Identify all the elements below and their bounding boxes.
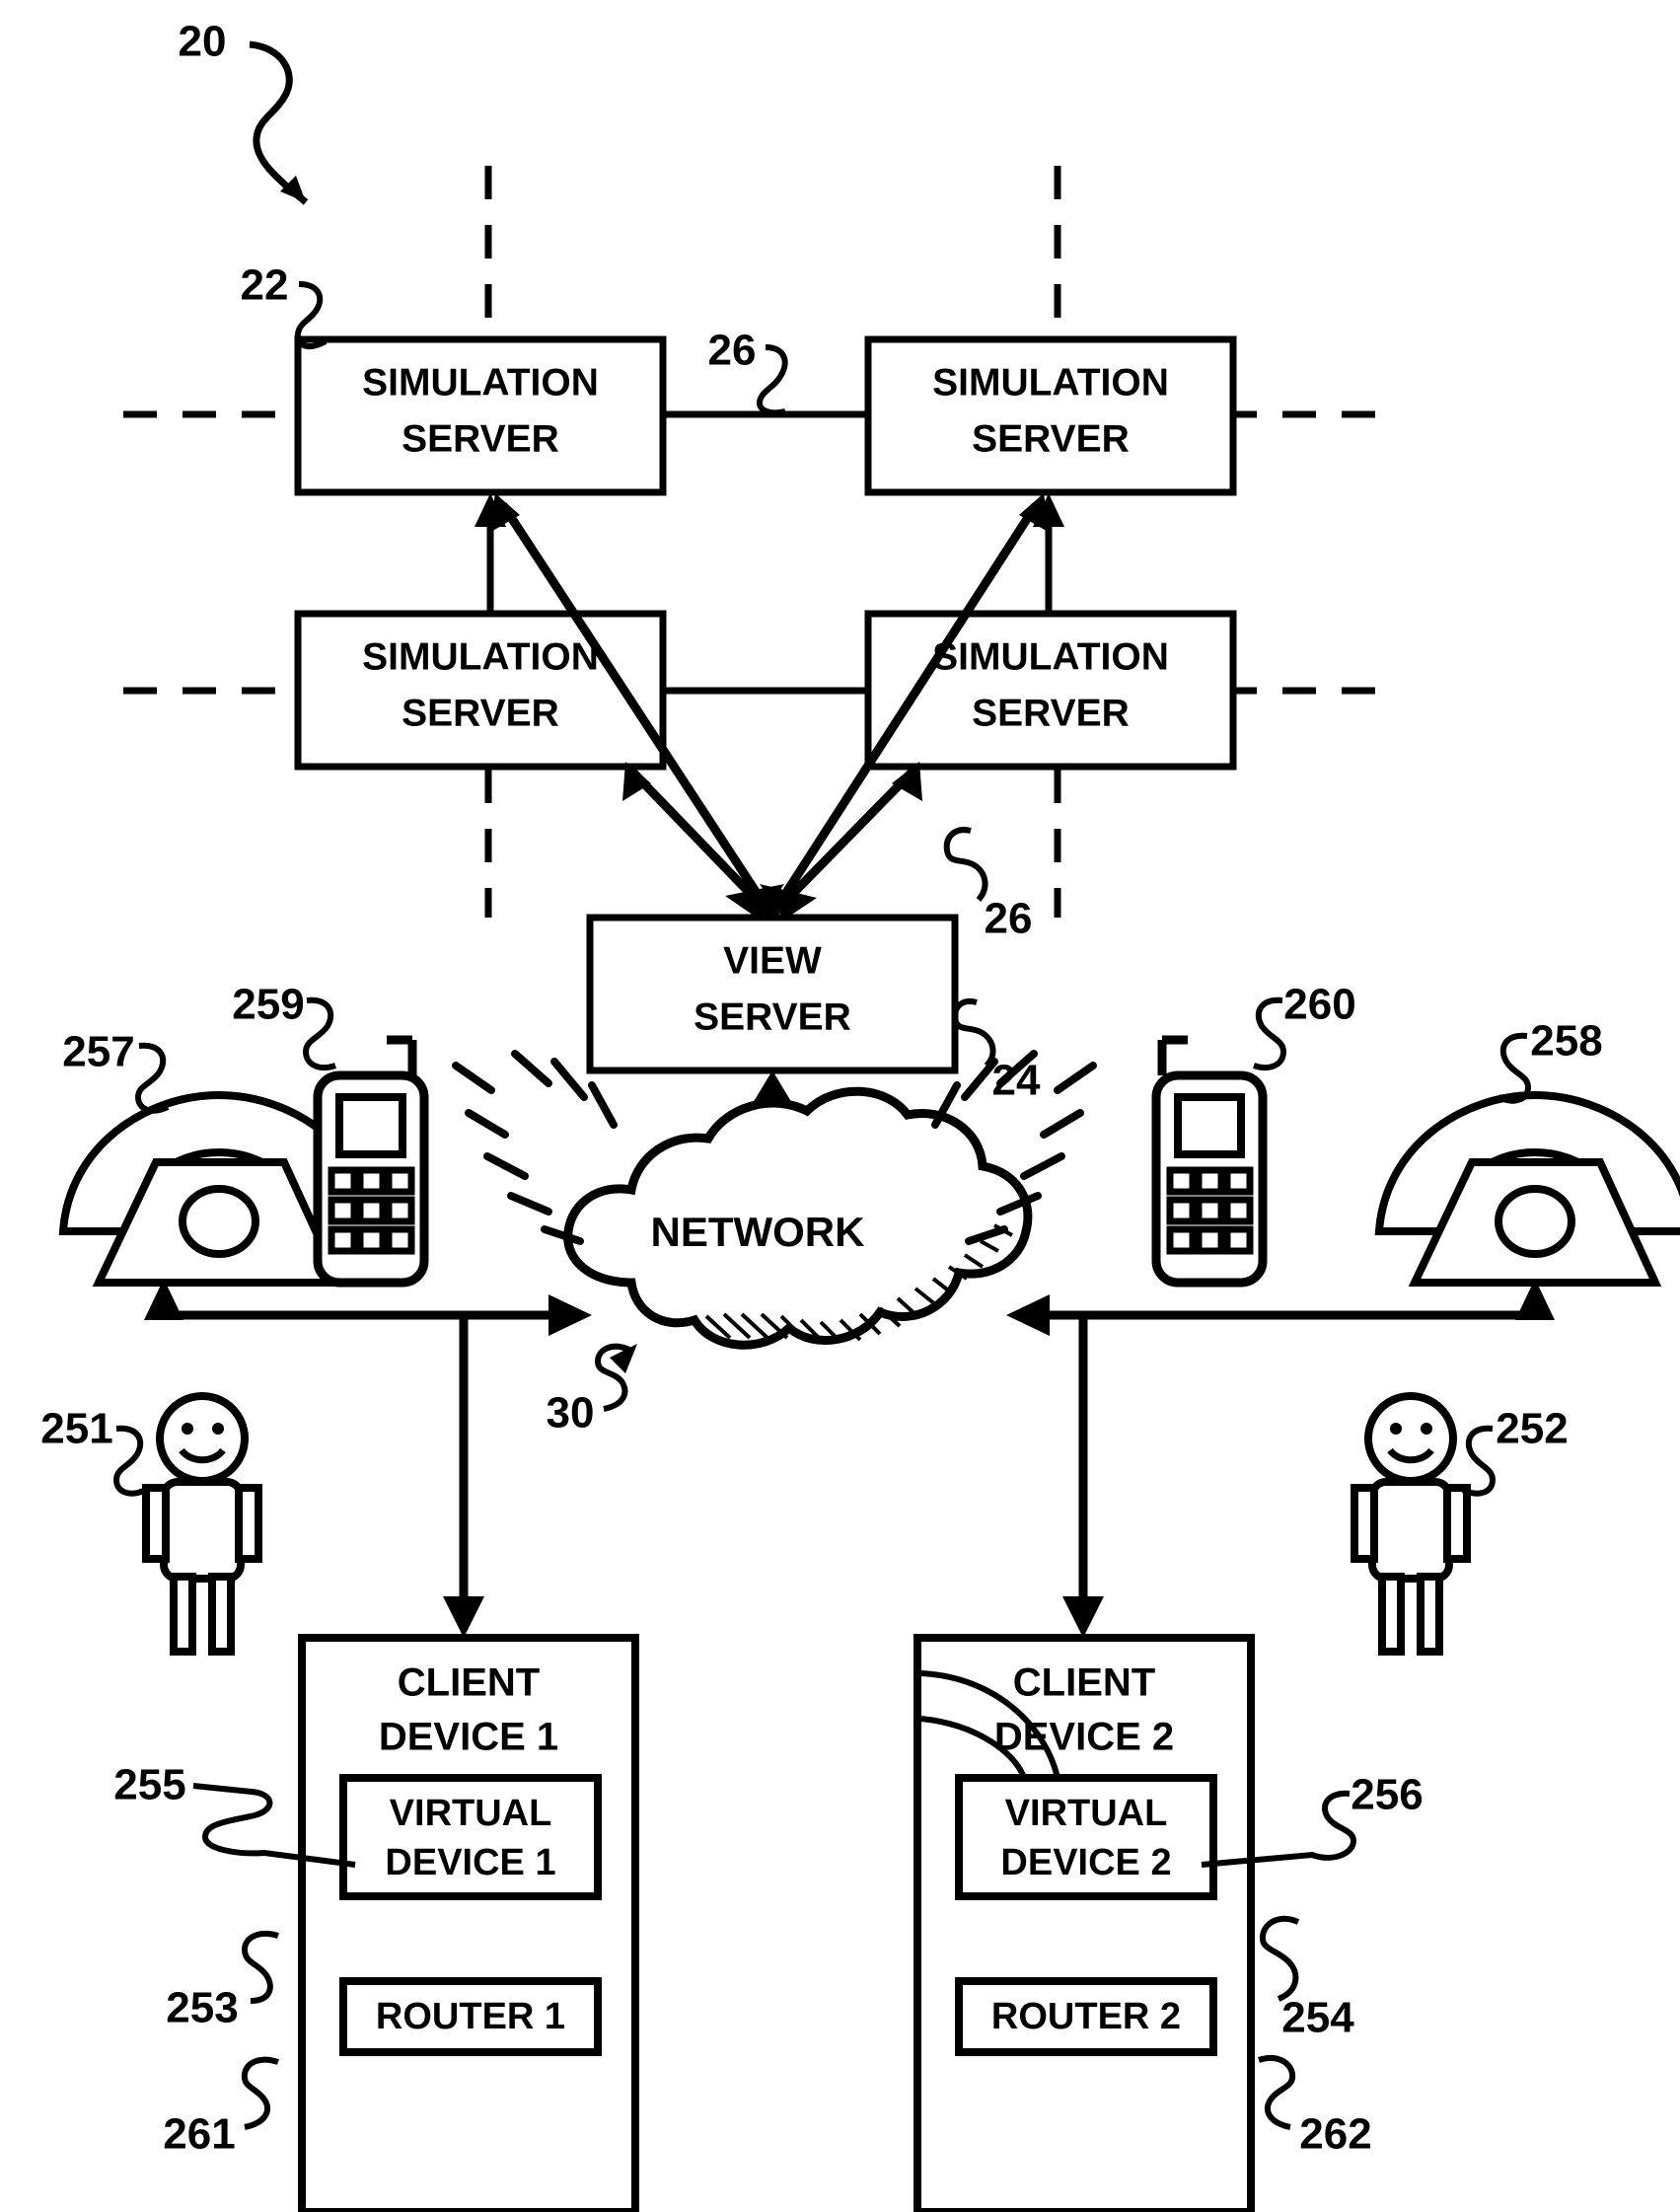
ref-label-256: 256 (1351, 1771, 1423, 1819)
sim-server-br-line2: SERVER (972, 692, 1130, 734)
ref-261: 261 (163, 2056, 279, 2159)
ref-label-262: 262 (1299, 2110, 1371, 2159)
user-figure-right[interactable] (1351, 1392, 1471, 1656)
sim-server-tl-line1: SIMULATION (362, 361, 599, 404)
ref-26-bottom: 26 (943, 827, 1033, 943)
assembly-leader-arrow (249, 40, 309, 205)
virtual-device-1-line2: DEVICE 1 (385, 1842, 555, 1883)
ref-label-258: 258 (1530, 1017, 1602, 1066)
ref-label-30: 30 (547, 1389, 595, 1438)
ref-260: 260 (1253, 981, 1356, 1071)
network-label: NETWORK (651, 1209, 865, 1255)
view-server[interactable]: VIEW SERVER (586, 914, 959, 1074)
sim-server-bl-line2: SERVER (402, 692, 559, 734)
router-1-label: ROUTER 1 (376, 1996, 565, 2037)
ref-label-22: 22 (241, 261, 289, 310)
ref-label-254: 254 (1281, 1994, 1354, 2042)
simulation-server-bottom-left[interactable]: SIMULATION SERVER (294, 610, 667, 771)
ref-label-255: 255 (113, 1761, 185, 1809)
ref-252: 252 (1461, 1405, 1569, 1497)
client-device-2-title-line2: DEVICE 2 (994, 1716, 1174, 1759)
network-cloud[interactable]: NETWORK (563, 1086, 1033, 1350)
sim-server-tl-line2: SERVER (402, 417, 559, 460)
client-device-1-title-line2: DEVICE 1 (379, 1716, 558, 1759)
mobile-keypad-left (328, 1166, 415, 1255)
mobile-phone-left[interactable] (313, 1035, 429, 1288)
server-interconnects (663, 410, 868, 695)
client-device-2[interactable]: CLIENT DEVICE 2 VIRTUAL DEVICE 2 ROUTER … (913, 1634, 1255, 2212)
ref-251: 251 (40, 1405, 148, 1497)
virtual-device-1-line1: VIRTUAL (390, 1793, 552, 1834)
ref-253: 253 (166, 1930, 279, 2032)
endpoint-bus-lines (159, 1294, 1540, 1618)
ref-label-260: 260 (1283, 981, 1355, 1029)
virtual-device-2-line2: DEVICE 2 (1000, 1842, 1171, 1883)
ref-30: 30 (547, 1343, 637, 1438)
virtual-device-2-line1: VIRTUAL (1005, 1793, 1168, 1834)
sim-server-tr-line1: SIMULATION (932, 361, 1169, 404)
sim-server-tr-line2: SERVER (972, 417, 1130, 460)
ref-254: 254 (1259, 1915, 1354, 2042)
client-device-1-title-line1: CLIENT (398, 1661, 540, 1705)
ref-label-261: 261 (163, 2110, 235, 2159)
ref-label-257: 257 (62, 1028, 134, 1076)
patent-figure: SIMULATION SERVER SIMULATION SERVER SIMU… (0, 0, 1680, 2212)
ref-label-253: 253 (166, 1984, 238, 2032)
view-server-line2: SERVER (694, 995, 851, 1038)
telephone-right[interactable] (1374, 1090, 1680, 1287)
ref-label-251: 251 (40, 1405, 112, 1453)
ref-262: 262 (1258, 2054, 1372, 2159)
ref-20: 20 (179, 18, 227, 66)
ref-label-259: 259 (232, 981, 304, 1029)
sim-server-bl-line1: SIMULATION (362, 635, 599, 678)
dashed-grid-lines (123, 166, 1401, 918)
simulation-server-top-left[interactable]: SIMULATION SERVER (294, 335, 667, 496)
mobile-keypad-right (1166, 1166, 1254, 1255)
ref-259: 259 (232, 981, 336, 1071)
router-2-label: ROUTER 2 (991, 1996, 1181, 2037)
ref-22: 22 (241, 261, 328, 350)
simulation-server-bottom-right[interactable]: SIMULATION SERVER (864, 610, 1237, 771)
ref-label-252: 252 (1496, 1405, 1568, 1453)
ref-label-20: 20 (179, 18, 227, 66)
user-figure-left[interactable] (142, 1392, 262, 1656)
ref-257: 257 (62, 1028, 170, 1114)
ref-258: 258 (1497, 1017, 1603, 1104)
ref-26-top: 26 (708, 327, 788, 416)
ref-label-26-bottom: 26 (985, 895, 1033, 943)
simulation-server-top-right[interactable]: SIMULATION SERVER (864, 335, 1237, 496)
view-server-line1: VIEW (723, 939, 822, 982)
client-device-2-title-line1: CLIENT (1013, 1661, 1155, 1705)
sim-server-br-line1: SIMULATION (932, 635, 1169, 678)
mobile-phone-right[interactable] (1151, 1035, 1268, 1288)
client-device-1[interactable]: CLIENT DEVICE 1 VIRTUAL DEVICE 1 ROUTER … (298, 1634, 639, 2212)
ref-label-26-top: 26 (708, 327, 757, 375)
